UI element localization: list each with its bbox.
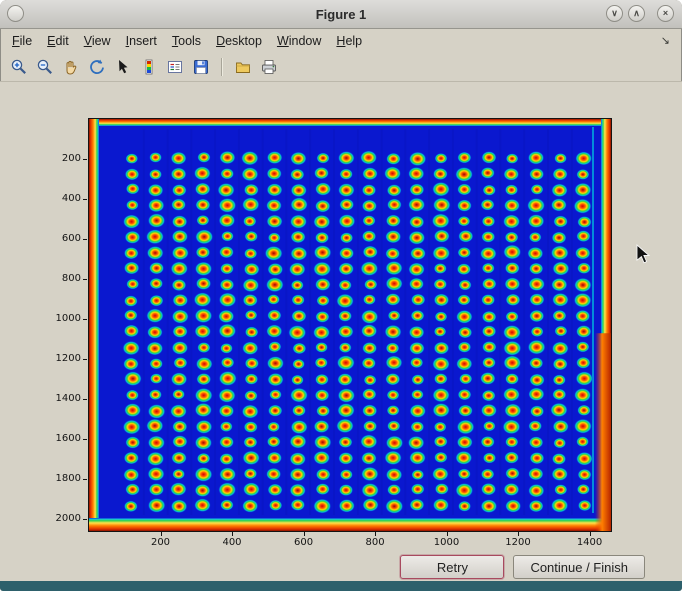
close-icon: × (663, 9, 668, 18)
save-icon[interactable] (189, 55, 212, 78)
title-bar[interactable]: Figure 1 ∨ ∧ × (0, 0, 682, 29)
x-tick-mark (304, 532, 305, 536)
chevron-down-icon: ∨ (611, 9, 618, 18)
menu-bar: File Edit View Insert Tools Desktop Window Help… (0, 29, 682, 52)
menu-help[interactable]: Help (336, 34, 362, 48)
open-icon[interactable] (231, 55, 254, 78)
x-tick-mark (375, 532, 376, 536)
bottom-strip (0, 581, 682, 591)
pan-icon[interactable] (59, 55, 82, 78)
x-tick-label: 1400 (570, 537, 610, 548)
x-tick-label: 800 (355, 537, 395, 548)
continue-finish-button[interactable]: Continue / Finish (513, 555, 645, 579)
y-tick-label: 1400 (39, 393, 81, 404)
x-tick-label: 1200 (498, 537, 538, 548)
axes (88, 118, 612, 532)
close-button[interactable]: × (657, 5, 674, 22)
y-tick-label: 600 (39, 233, 81, 244)
y-tick-mark (83, 239, 87, 240)
menu-desktop[interactable]: Desktop (216, 34, 262, 48)
zoom-in-icon[interactable] (7, 55, 30, 78)
y-tick-mark (83, 159, 87, 160)
toolbar (0, 52, 682, 82)
menu-tools[interactable]: Tools (172, 34, 201, 48)
menu-insert[interactable]: Insert (126, 34, 157, 48)
plot-image[interactable] (89, 119, 611, 531)
y-tick-mark (83, 479, 87, 480)
print-icon[interactable] (257, 55, 280, 78)
x-tick-label: 1000 (427, 537, 467, 548)
y-tick-mark (83, 199, 87, 200)
y-tick-label: 200 (39, 153, 81, 164)
y-tick-label: 2000 (39, 513, 81, 524)
x-tick-mark (232, 532, 233, 536)
y-tick-label: 400 (39, 193, 81, 204)
x-tick-label: 200 (141, 537, 181, 548)
y-tick-mark (83, 519, 87, 520)
x-tick-label: 400 (212, 537, 252, 548)
retry-button[interactable]: Retry (400, 555, 504, 579)
rotate-3d-icon[interactable] (85, 55, 108, 78)
x-tick-mark (590, 532, 591, 536)
menu-window[interactable]: Window (277, 34, 321, 48)
x-tick-mark (161, 532, 162, 536)
maximize-button[interactable]: ∧ (628, 5, 645, 22)
figure-window: Figure 1 ∨ ∧ × File Edit View Insert Tools De… (0, 0, 682, 591)
dialog-buttons: Retry Continue / Finish (400, 555, 645, 579)
y-tick-label: 1200 (39, 353, 81, 364)
menu-overflow-icon[interactable]: ↘ (661, 34, 670, 47)
y-tick-mark (83, 359, 87, 360)
x-tick-label: 600 (284, 537, 324, 548)
window-title: Figure 1 (316, 7, 367, 22)
toolbar-separator (221, 58, 222, 76)
y-tick-label: 1000 (39, 313, 81, 324)
menu-file[interactable]: File (12, 34, 32, 48)
figure-canvas-area: 200 400 600 800 1000 1200 1400 200 400 600 800 1000… (0, 82, 682, 581)
y-tick-mark (83, 279, 87, 280)
data-cursor-icon[interactable] (111, 55, 134, 78)
y-tick-mark (83, 439, 87, 440)
y-tick-mark (83, 399, 87, 400)
y-tick-label: 1600 (39, 433, 81, 444)
y-tick-label: 800 (39, 273, 81, 284)
y-tick-label: 1800 (39, 473, 81, 484)
minimize-button[interactable]: ∨ (606, 5, 623, 22)
y-tick-mark (83, 319, 87, 320)
menu-edit[interactable]: Edit (47, 34, 69, 48)
menu-view[interactable]: View (84, 34, 111, 48)
chevron-up-icon: ∧ (633, 9, 640, 18)
x-tick-mark (447, 532, 448, 536)
legend-icon[interactable] (163, 55, 186, 78)
x-tick-mark (518, 532, 519, 536)
colorbar-icon[interactable] (137, 55, 160, 78)
zoom-out-icon[interactable] (33, 55, 56, 78)
window-menu-button[interactable] (7, 5, 24, 22)
